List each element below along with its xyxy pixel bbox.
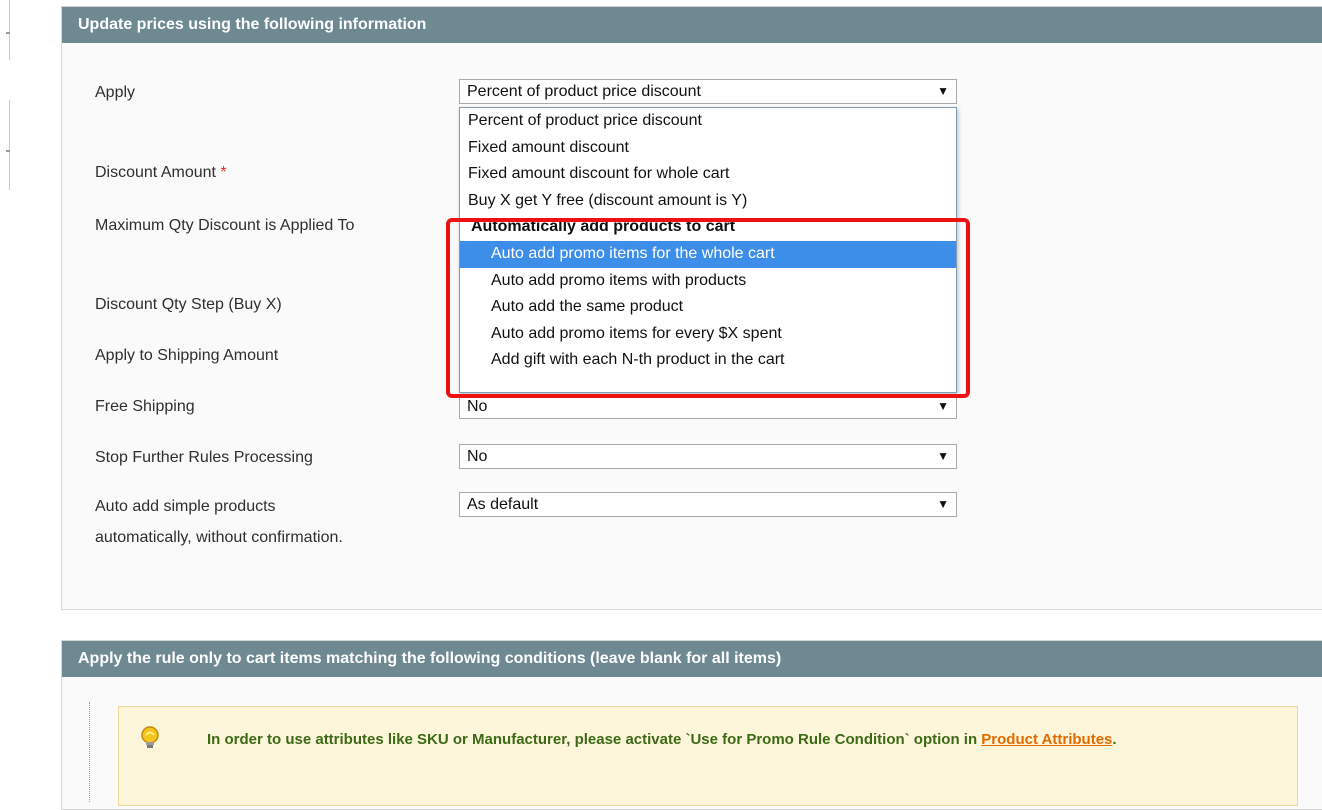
apply-shipping-label: Apply to Shipping Amount	[95, 347, 279, 364]
dropdown-arrow-icon: ▼	[937, 497, 949, 511]
option-auto-add-every-x-spent[interactable]: Auto add promo items for every $X spent	[460, 321, 956, 348]
option-fixed-whole-cart[interactable]: Fixed amount discount for whole cart	[460, 161, 956, 188]
max-qty-label: Maximum Qty Discount is Applied To	[95, 217, 355, 234]
option-buy-x-get-y[interactable]: Buy X get Y free (discount amount is Y)	[460, 188, 956, 215]
apply-select[interactable]: Percent of product price discount ▼	[459, 79, 957, 104]
option-auto-add-with-products[interactable]: Auto add promo items with products	[460, 268, 956, 295]
dropdown-arrow-icon: ▼	[937, 84, 949, 98]
section-header: Update prices using the following inform…	[62, 7, 1322, 43]
option-fixed-amount[interactable]: Fixed amount discount	[460, 135, 956, 162]
required-mark: *	[220, 164, 227, 181]
dropdown-arrow-icon: ▼	[937, 399, 949, 413]
free-shipping-select[interactable]: No ▼	[459, 394, 957, 419]
page-gutter-line	[9, 0, 10, 60]
optgroup-auto-add: Automatically add products to cart	[471, 218, 736, 236]
auto-add-label: Auto add simple products automatically, …	[95, 498, 343, 546]
option-add-gift-nth-product[interactable]: Add gift with each N-th product in the c…	[460, 347, 956, 374]
notice-box: In order to use attributes like SKU or M…	[118, 706, 1298, 806]
apply-dropdown-list: Percent of product price discount Fixed …	[459, 107, 957, 393]
apply-select-value: Percent of product price discount	[467, 83, 701, 100]
dropdown-arrow-icon: ▼	[937, 449, 949, 463]
free-shipping-value: No	[467, 398, 488, 415]
page-gutter-line	[9, 100, 10, 190]
option-auto-add-whole-cart[interactable]: Auto add promo items for the whole cart	[460, 240, 956, 268]
stop-rules-value: No	[467, 448, 488, 465]
notice-text: In order to use attributes like SKU or M…	[207, 725, 1287, 755]
option-percent-discount[interactable]: Percent of product price discount	[460, 108, 956, 135]
apply-label: Apply	[95, 84, 136, 101]
auto-add-select[interactable]: As default ▼	[459, 492, 957, 517]
notice-end: .	[1112, 731, 1117, 748]
product-attributes-link[interactable]: Product Attributes	[981, 731, 1112, 748]
page-gutter-tick	[6, 150, 10, 152]
discount-amount-label: Discount Amount *	[95, 159, 425, 187]
stop-rules-select[interactable]: No ▼	[459, 444, 957, 469]
lightbulb-icon	[139, 725, 161, 756]
free-shipping-label: Free Shipping	[95, 398, 195, 415]
discount-step-label: Discount Qty Step (Buy X)	[95, 296, 282, 313]
page-gutter-tick	[6, 32, 10, 34]
stop-rules-label: Stop Further Rules Processing	[95, 449, 313, 466]
option-auto-add-same-product[interactable]: Auto add the same product	[460, 294, 956, 321]
discount-amount-label-text: Discount Amount	[95, 164, 216, 181]
section-header: Apply the rule only to cart items matchi…	[62, 641, 1322, 677]
auto-add-value: As default	[467, 496, 539, 513]
conditions-tree-line	[89, 702, 90, 802]
notice-message: In order to use attributes like SKU or M…	[207, 731, 982, 748]
